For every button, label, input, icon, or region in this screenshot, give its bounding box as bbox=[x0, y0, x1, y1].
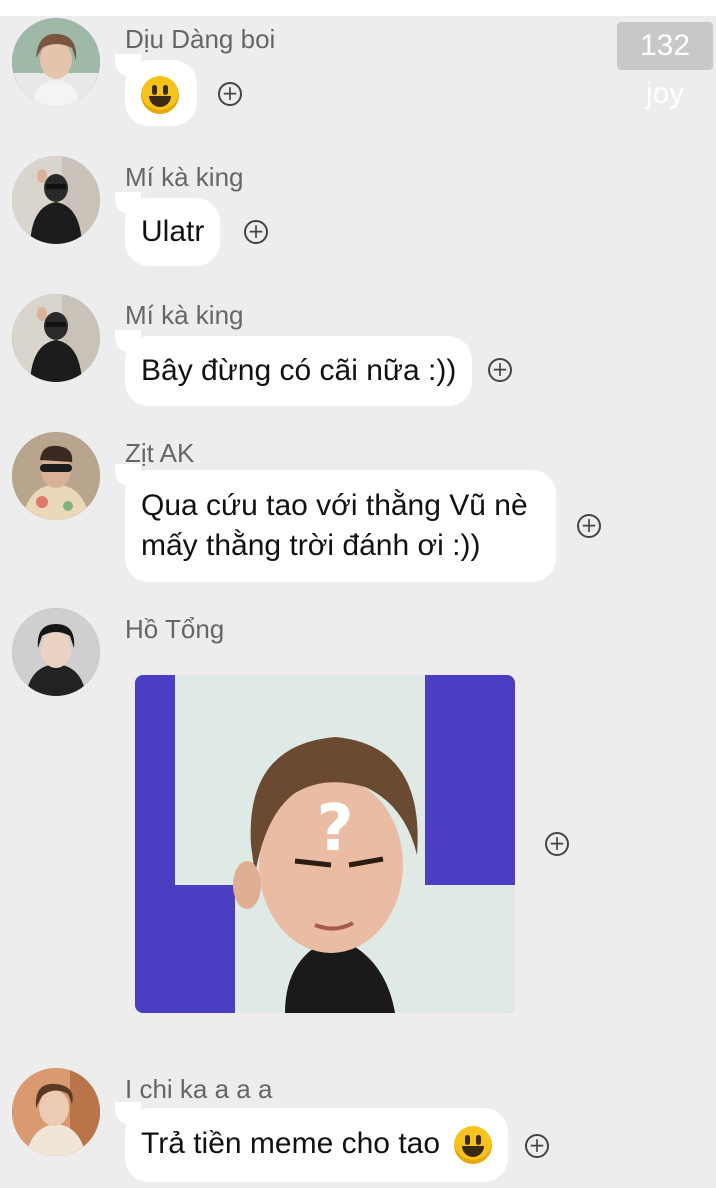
avatar[interactable] bbox=[12, 156, 100, 244]
message-text-line: mấy thằng trời đánh ơi :)) bbox=[141, 529, 481, 562]
add-reaction-icon[interactable]: + bbox=[545, 832, 569, 856]
add-reaction-icon[interactable]: + bbox=[244, 220, 268, 244]
message-text: Bây đừng có cãi nữa :)) bbox=[141, 354, 457, 387]
add-reaction-icon[interactable]: + bbox=[577, 514, 601, 538]
message-bubble[interactable]: Qua cứu tao với thằng Vũ nè mấy thằng tr… bbox=[115, 464, 556, 582]
message-text: Ulatr bbox=[141, 215, 205, 248]
message-bubble[interactable]: Trả tiền meme cho tao bbox=[115, 1102, 509, 1182]
message-bubble[interactable] bbox=[115, 54, 197, 126]
add-reaction-icon[interactable]: + bbox=[488, 358, 512, 382]
message-bubble[interactable]: Ulatr bbox=[115, 192, 221, 266]
smiling-face-emoji-icon bbox=[141, 76, 179, 115]
sender-name: Mí kà king bbox=[125, 300, 244, 330]
add-reaction-icon[interactable]: + bbox=[218, 82, 242, 106]
avatar[interactable] bbox=[12, 294, 100, 382]
add-reaction-icon[interactable]: + bbox=[525, 1134, 549, 1158]
avatar[interactable] bbox=[12, 432, 100, 520]
meme-image[interactable]: ? bbox=[135, 675, 515, 1013]
message-bubble[interactable]: Bây đừng có cãi nữa :)) bbox=[115, 330, 473, 406]
message-text-line: Qua cứu tao với thằng Vũ nè bbox=[141, 489, 528, 522]
sender-name: Dịu Dàng boi bbox=[125, 24, 276, 54]
avatar[interactable] bbox=[12, 608, 100, 696]
reaction-count-badge[interactable]: 132 joy bbox=[617, 22, 713, 110]
sender-name: Mí kà king bbox=[125, 162, 244, 192]
question-mark-overlay: ? bbox=[316, 792, 353, 866]
sender-name: I chi ka a a a bbox=[125, 1074, 273, 1104]
top-bar bbox=[0, 0, 716, 16]
smiling-face-emoji-icon bbox=[454, 1126, 493, 1165]
avatar[interactable] bbox=[12, 18, 100, 106]
message-text: Trả tiền meme cho tao bbox=[141, 1127, 441, 1160]
sender-name: Hồ Tổng bbox=[125, 614, 225, 644]
avatar[interactable] bbox=[12, 1068, 100, 1156]
